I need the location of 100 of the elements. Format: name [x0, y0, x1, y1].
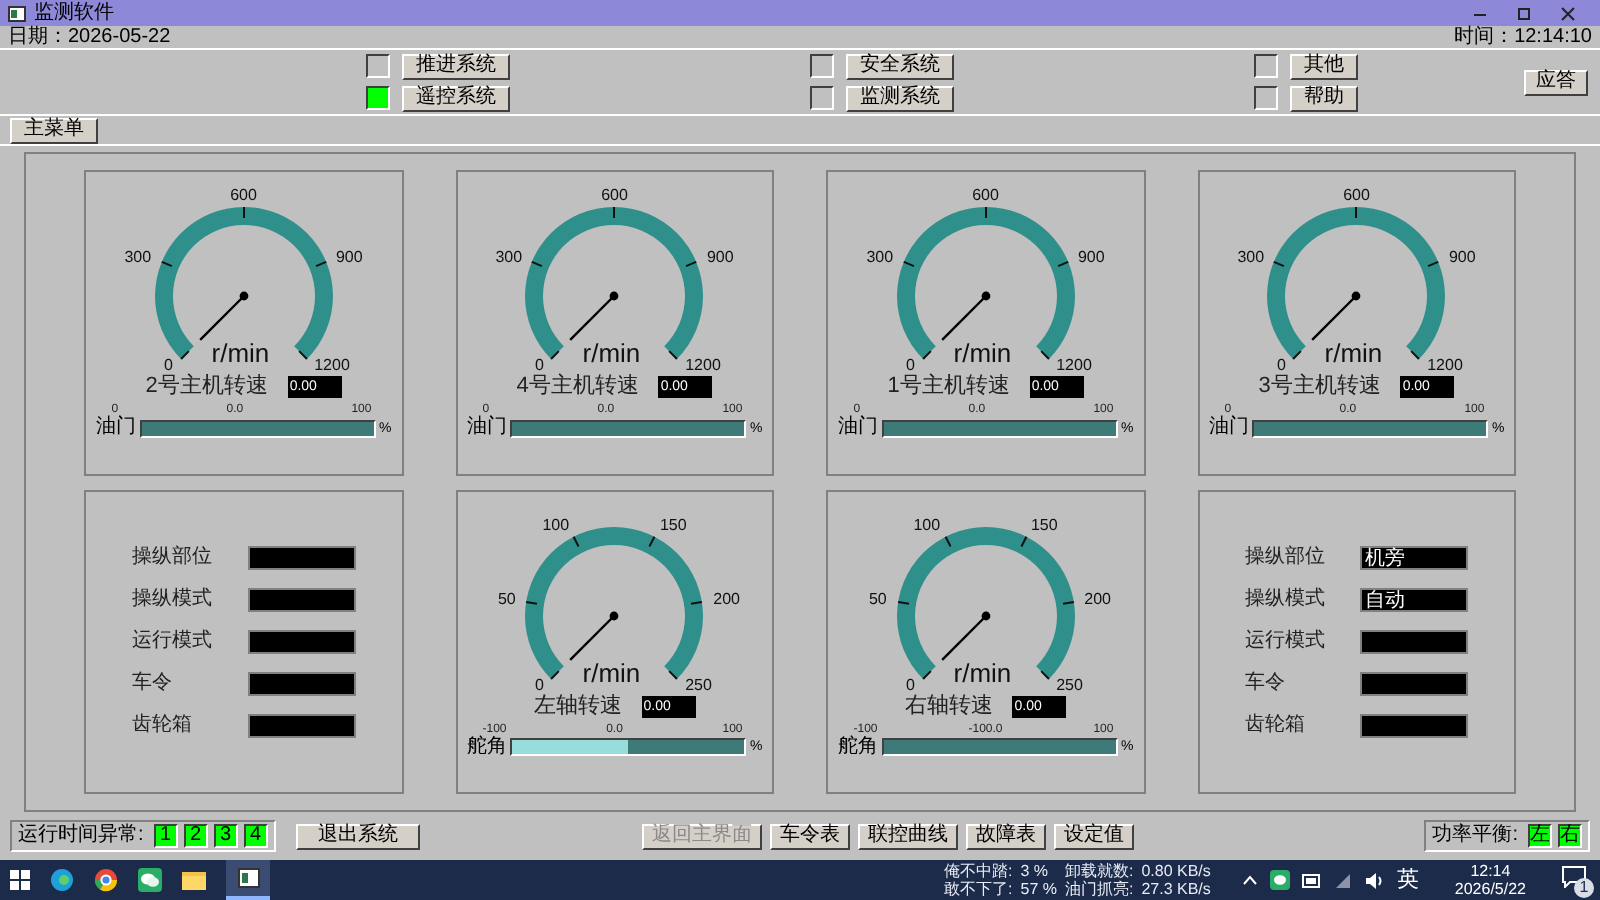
status-light: 2	[183, 824, 208, 848]
widget-text: 0.80 KB/s	[1141, 862, 1211, 880]
speaker-icon[interactable]	[1364, 871, 1385, 889]
system-button[interactable]: 监测系统	[846, 85, 954, 111]
tick-label: 300	[866, 249, 894, 266]
battery-icon[interactable]	[1302, 873, 1323, 887]
nav-button[interactable]: 设定值	[1054, 823, 1135, 849]
folder-icon[interactable]	[182, 868, 206, 892]
tick-label: 200	[713, 591, 740, 608]
tick-label: 100	[542, 517, 570, 534]
system-button[interactable]: 安全系统	[846, 53, 954, 79]
nav-button[interactable]: 车令表	[770, 823, 851, 849]
bar-label: 油门	[95, 418, 136, 438]
bar-label: 舵角	[466, 737, 507, 757]
chevron-up-icon[interactable]	[1242, 874, 1259, 886]
widget-text: 3 %	[1020, 862, 1051, 880]
tick-label: 300	[1237, 249, 1265, 266]
nav-button[interactable]: 联控曲线	[858, 823, 959, 849]
widget-text: 俺不中踏:	[944, 862, 1013, 880]
taskbar-date: 2026/5/22	[1454, 880, 1526, 898]
widget-text: 57 %	[1020, 880, 1057, 898]
tick-label: 0	[163, 358, 173, 375]
status-light: 3	[213, 824, 238, 848]
app-icon	[8, 5, 26, 21]
gauge-title: 1号主机转速	[887, 376, 1010, 398]
window-title: 监测软件	[34, 3, 114, 23]
notification-badge: 1	[1574, 878, 1594, 898]
notification-icon[interactable]	[1562, 866, 1586, 888]
value-display	[247, 671, 356, 696]
bar-label: 油门	[837, 418, 878, 438]
maximize-icon[interactable]	[1516, 5, 1532, 21]
status-light: 1	[153, 824, 178, 848]
status-light: 右	[1558, 824, 1582, 848]
tick-label: 600	[230, 188, 257, 204]
browser-icon[interactable]	[94, 868, 118, 892]
time-label: 时间：12:14:10	[1454, 27, 1592, 47]
chat-app-icon[interactable]	[1270, 870, 1291, 890]
gauge-title: 3号主机转速	[1258, 376, 1381, 398]
field-label: 操纵模式	[131, 589, 214, 610]
tick-label: 0	[534, 358, 544, 375]
tick-label: 900	[1077, 249, 1105, 266]
system-button[interactable]: 帮助	[1290, 85, 1358, 111]
value-display	[1360, 713, 1469, 738]
tick-label: 900	[1448, 249, 1476, 266]
tick-label: 1200	[685, 358, 721, 375]
value-display: 机旁	[1360, 545, 1469, 570]
gauge-title: 左轴转速	[533, 695, 622, 717]
tick-label: 600	[972, 188, 999, 204]
system-button[interactable]: 遥控系统	[402, 85, 510, 111]
value-display	[1360, 629, 1469, 654]
bar-label: 舵角	[837, 737, 878, 757]
field-label: 齿轮箱	[131, 715, 194, 736]
date-label: 日期：2026-05-22	[8, 27, 171, 47]
tick-label: 900	[706, 249, 734, 266]
widget-text: 敢不下了:	[944, 880, 1013, 898]
network-icon[interactable]	[1334, 871, 1353, 889]
unit-label: r/min	[953, 659, 1012, 685]
tick-label: 0	[1276, 358, 1286, 375]
browser-icon[interactable]	[50, 868, 74, 892]
tick-label: 0	[905, 358, 915, 375]
exit-button[interactable]: 退出系统	[295, 823, 420, 849]
tick-label: 50	[868, 591, 887, 608]
windows-start-icon[interactable]	[10, 870, 30, 890]
value-display: 自动	[1360, 587, 1469, 612]
acknowledge-button[interactable]: 应答	[1524, 69, 1588, 95]
tick-label: 1200	[1427, 358, 1463, 375]
value-display	[1360, 671, 1469, 696]
system-button[interactable]: 其他	[1290, 53, 1358, 79]
tick-label: 200	[1084, 591, 1111, 608]
system-button[interactable]: 推进系统	[402, 53, 510, 79]
tick-label: 250	[685, 677, 712, 694]
widget-text: 卸载就数:	[1064, 862, 1134, 880]
field-label: 齿轮箱	[1244, 715, 1307, 736]
field-label: 操纵部位	[1244, 547, 1327, 568]
field-label: 操纵模式	[1244, 589, 1327, 610]
bar-label: 油门	[1208, 418, 1249, 438]
tick-label: 250	[1056, 677, 1083, 694]
tick-label: 0	[905, 677, 915, 694]
tick-label: 50	[497, 591, 516, 608]
input-method-indicator[interactable]: 英	[1396, 869, 1419, 891]
tick-label: 600	[601, 188, 628, 204]
value-display	[247, 587, 356, 612]
value-display	[247, 713, 356, 738]
gauge-title: 右轴转速	[904, 695, 993, 717]
active-app-tab[interactable]	[226, 860, 270, 900]
field-label: 车令	[1244, 673, 1287, 694]
field-label: 车令	[131, 673, 174, 694]
gauge-title: 2号主机转速	[145, 376, 268, 398]
field-label: 运行模式	[1244, 631, 1327, 652]
value-display	[247, 545, 356, 570]
gauge-title: 4号主机转速	[516, 376, 639, 398]
nav-button[interactable]: 故障表	[966, 823, 1047, 849]
tick-label: 0	[534, 677, 544, 694]
tick-label: 150	[659, 517, 687, 534]
unit-label: r/min	[1324, 340, 1383, 366]
main-menu-button[interactable]: 主菜单	[10, 117, 98, 143]
widget-text: 27.3 KB/s	[1141, 880, 1211, 898]
taskbar-time: 12:14	[1470, 862, 1511, 880]
close-icon[interactable]	[1560, 5, 1576, 21]
field-label: 操纵部位	[131, 547, 214, 568]
